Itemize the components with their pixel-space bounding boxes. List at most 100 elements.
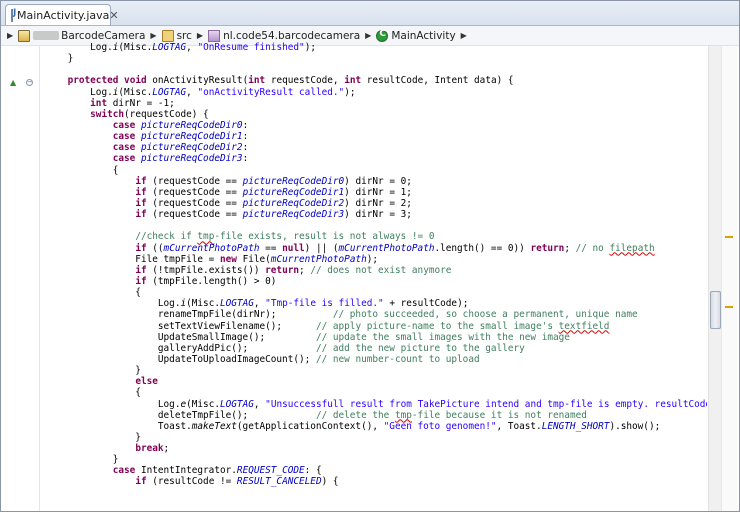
code-line[interactable]: else: [45, 376, 707, 387]
code-line[interactable]: if (resultCode != RESULT_CANCELED) {: [45, 476, 707, 487]
breadcrumb-item-class[interactable]: MainActivity: [374, 29, 457, 42]
code-token: case: [112, 119, 136, 131]
code-line[interactable]: int dirNr = -1;: [45, 98, 707, 109]
overview-ruler[interactable]: [721, 46, 737, 511]
code-token: switch: [90, 108, 125, 120]
override-marker-icon: ▲: [10, 78, 17, 87]
code-line[interactable]: }: [45, 454, 707, 465]
code-token: (!tmpFile.exists()): [146, 264, 266, 276]
code-line[interactable]: break;: [45, 443, 707, 454]
code-line[interactable]: deleteTmpFile(); // delete the tmp-file …: [45, 410, 707, 421]
code-line[interactable]: }: [45, 53, 707, 64]
close-icon[interactable]: ✕: [109, 9, 118, 22]
breadcrumb-label: MainActivity: [391, 29, 456, 42]
chevron-right-icon[interactable]: ▶: [365, 31, 371, 40]
code-line[interactable]: if (requestCode == pictureReqCodeDir1) d…: [45, 187, 707, 198]
code-token: ,: [186, 86, 198, 98]
code-line[interactable]: UpdateToUploadImageCount(); // new numbe…: [45, 354, 707, 365]
code-token: Toast.: [45, 420, 192, 432]
code-line[interactable]: case IntentIntegrator.REQUEST_CODE: {: [45, 465, 707, 476]
code-editor[interactable]: ▲ − Log.i(Misc.LOGTAG, "OnResume finishe…: [1, 42, 739, 511]
code-token: if: [135, 209, 147, 221]
chevron-right-icon[interactable]: ▶: [197, 31, 203, 40]
code-line[interactable]: [45, 220, 707, 231]
code-token: , Toast.: [496, 420, 542, 432]
code-line[interactable]: if (requestCode == pictureReqCodeDir0) d…: [45, 176, 707, 187]
code-token: int: [248, 75, 266, 87]
code-token: (requestCode ==: [146, 197, 243, 209]
code-token: + resultCode);: [383, 298, 469, 310]
warning-marker[interactable]: [725, 306, 733, 308]
code-line[interactable]: Toast.makeText(getApplicationContext(), …: [45, 421, 707, 432]
code-line[interactable]: //check if tmp-file exists, result is no…: [45, 231, 707, 242]
code-line[interactable]: case pictureReqCodeDir3:: [45, 153, 707, 164]
class-icon: [376, 29, 389, 42]
code-token: ) dirNr = 2;: [344, 197, 412, 209]
code-line[interactable]: [45, 64, 707, 75]
code-line[interactable]: if (requestCode == pictureReqCodeDir3) d…: [45, 209, 707, 220]
chevron-right-icon[interactable]: ▶: [150, 31, 156, 40]
code-line[interactable]: }: [45, 365, 707, 376]
code-line[interactable]: Log.e(Misc.LOGTAG, "Unsuccessfull result…: [45, 399, 707, 410]
code-token: pictureReqCodeDir0: [140, 119, 243, 131]
code-token: "Tmp-file is filled.": [265, 298, 384, 310]
code-line[interactable]: {: [45, 387, 707, 398]
code-token: Log.: [45, 298, 181, 310]
code-token: pictureReqCodeDir0: [242, 175, 345, 187]
breadcrumb-item-project[interactable]: BarcodeCamera: [16, 29, 147, 42]
code-line[interactable]: {: [45, 165, 707, 176]
code-token: ).show();: [609, 420, 661, 432]
code-text[interactable]: Log.i(Misc.LOGTAG, "OnResume finished");…: [45, 42, 707, 511]
vertical-scrollbar[interactable]: [708, 46, 721, 511]
fold-toggle-icon[interactable]: −: [26, 79, 33, 86]
code-token: if: [135, 264, 147, 276]
code-token: textfield: [558, 320, 610, 332]
tab-title: MainActivity.java: [17, 8, 110, 22]
code-token: UpdateToUploadImageCount();: [45, 353, 316, 365]
code-token: break: [135, 443, 164, 455]
code-token: // update the small images with the new …: [315, 331, 570, 343]
code-token: LOGTAG: [152, 86, 187, 98]
tab-mainactivity[interactable]: MainActivity.java ✕: [5, 4, 119, 25]
code-token: }: [45, 53, 74, 65]
code-line[interactable]: case pictureReqCodeDir0:: [45, 120, 707, 131]
code-line[interactable]: if ((mCurrentPhotoPath == null) || (mCur…: [45, 243, 707, 254]
code-line[interactable]: Log.i(Misc.LOGTAG, "OnResume finished");: [45, 42, 707, 53]
code-line[interactable]: protected void onActivityResult(int requ…: [45, 75, 707, 86]
breadcrumb-item-package[interactable]: nl.code54.barcodecamera: [206, 29, 362, 42]
code-line[interactable]: Log.i(Misc.LOGTAG, "Tmp-file is filled."…: [45, 298, 707, 309]
code-token: LENGTH_SHORT: [541, 420, 610, 432]
code-line[interactable]: File tmpFile = new File(mCurrentPhotoPat…: [45, 254, 707, 265]
code-token: Log.: [45, 398, 181, 410]
code-token: // add the new picture to the gallery: [315, 342, 525, 354]
code-line[interactable]: case pictureReqCodeDir2:: [45, 142, 707, 153]
code-line[interactable]: case pictureReqCodeDir1:: [45, 131, 707, 142]
code-token: setTextViewFilename();: [45, 320, 316, 332]
code-token: if: [135, 186, 147, 198]
code-line[interactable]: UpdateSmallImage(); // update the small …: [45, 332, 707, 343]
code-line[interactable]: if (!tmpFile.exists()) return; // does n…: [45, 265, 707, 276]
code-line[interactable]: Log.i(Misc.LOGTAG, "onActivityResult cal…: [45, 87, 707, 98]
code-line[interactable]: if (requestCode == pictureReqCodeDir2) d…: [45, 198, 707, 209]
code-line[interactable]: galleryAddPic(); // add the new picture …: [45, 343, 707, 354]
warning-marker[interactable]: [725, 236, 733, 238]
code-token: (Misc.: [186, 298, 220, 310]
code-token: (requestCode ==: [146, 175, 243, 187]
code-token: case: [112, 153, 136, 165]
code-line[interactable]: }: [45, 432, 707, 443]
code-line[interactable]: if (tmpFile.length() > 0): [45, 276, 707, 287]
code-token: if: [135, 476, 147, 488]
code-token: return: [530, 242, 565, 254]
code-line[interactable]: renameTmpFile(dirNr); // photo succeeded…: [45, 309, 707, 320]
code-line[interactable]: {: [45, 287, 707, 298]
breadcrumb-item-src[interactable]: src: [160, 29, 194, 42]
code-token: deleteTmpFile();: [45, 409, 316, 421]
chevron-right-icon[interactable]: ▶: [461, 31, 467, 40]
code-line[interactable]: switch(requestCode) {: [45, 109, 707, 120]
scrollbar-thumb[interactable]: [710, 291, 721, 329]
code-line[interactable]: setTextViewFilename(); // apply picture-…: [45, 321, 707, 332]
